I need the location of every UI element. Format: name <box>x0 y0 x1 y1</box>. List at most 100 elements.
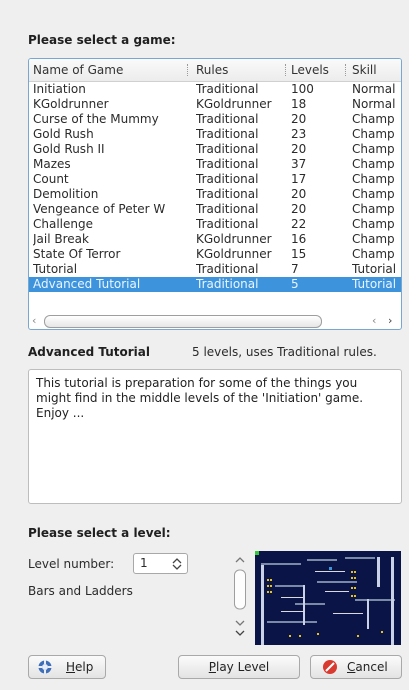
game-name-cell: Initiation <box>33 82 86 96</box>
selected-game-summary: 5 levels, uses Traditional rules. <box>192 345 377 359</box>
scroll-down-icon <box>235 630 245 636</box>
column-separator[interactable] <box>345 64 347 76</box>
game-name-cell: Demolition <box>33 187 99 201</box>
game-row[interactable]: Vengeance of Peter W Traditional 20 Champ <box>29 202 401 217</box>
game-rules-cell: Traditional <box>196 277 259 291</box>
game-rules-cell: Traditional <box>196 127 259 141</box>
game-name-cell: Curse of the Mummy <box>33 112 159 126</box>
help-button[interactable]: Help <box>28 655 106 679</box>
game-skill-cell: Champ <box>352 112 395 126</box>
game-row[interactable]: Advanced Tutorial Traditional 5 Tutorial <box>29 277 401 292</box>
game-skill-cell: Champ <box>352 202 395 216</box>
game-skill-cell: Champ <box>352 172 395 186</box>
scroll-down-small-icon <box>235 620 245 626</box>
play-level-button-label: Play Level <box>208 660 270 674</box>
selected-game-title: Advanced Tutorial <box>28 345 150 359</box>
game-levels-cell: 18 <box>291 97 307 111</box>
game-name-cell: KGoldrunner <box>33 97 109 111</box>
level-number-label: Level number: <box>28 557 115 571</box>
game-levels-cell: 20 <box>291 142 307 156</box>
game-row[interactable]: Gold Rush II Traditional 20 Champ <box>29 142 401 157</box>
preview-scrollbar-graphic[interactable] <box>231 554 249 646</box>
game-row[interactable]: Count Traditional 17 Champ <box>29 172 401 187</box>
game-rules-cell: Traditional <box>196 172 259 186</box>
game-name-cell: Mazes <box>33 157 71 171</box>
spin-arrows-icon[interactable] <box>172 558 182 570</box>
game-levels-cell: 23 <box>291 127 307 141</box>
game-skill-cell: Champ <box>352 187 395 201</box>
column-header-skill[interactable]: Skill <box>352 63 377 77</box>
game-row[interactable]: Curse of the Mummy Traditional 20 Champ <box>29 112 401 127</box>
game-row[interactable]: Gold Rush Traditional 23 Champ <box>29 127 401 142</box>
game-name-cell: Gold Rush II <box>33 142 105 156</box>
game-rows: Initiation Traditional 100 Normal KGoldrunne… <box>29 82 401 292</box>
cancel-button-label: Cancel <box>347 660 388 674</box>
scrollbar-thumb[interactable] <box>44 315 322 328</box>
scroll-left-icon[interactable]: ‹ <box>32 314 36 327</box>
game-rules-cell: Traditional <box>196 217 259 231</box>
column-header-levels[interactable]: Levels <box>291 63 329 77</box>
game-levels-cell: 5 <box>291 277 299 291</box>
scroll-right-icon[interactable]: › <box>388 314 392 327</box>
game-row[interactable]: Jail Break KGoldrunner 16 Champ <box>29 232 401 247</box>
game-levels-cell: 16 <box>291 232 307 246</box>
scroll-up-icon <box>235 557 245 563</box>
game-description[interactable]: This tutorial is preparation for some of… <box>28 369 402 504</box>
scroll-left-small-icon[interactable]: ‹ <box>372 314 376 327</box>
game-row[interactable]: KGoldrunner KGoldrunner 18 Normal <box>29 97 401 112</box>
level-number-spinbox[interactable]: 1 <box>133 553 188 574</box>
game-row[interactable]: State Of Terror KGoldrunner 15 Champ <box>29 247 401 262</box>
game-name-cell: Gold Rush <box>33 127 94 141</box>
game-levels-cell: 20 <box>291 202 307 216</box>
column-separator[interactable] <box>187 64 189 76</box>
game-name-cell: Vengeance of Peter W <box>33 202 166 216</box>
help-button-label: Help <box>66 660 94 674</box>
game-row[interactable]: Mazes Traditional 37 Champ <box>29 157 401 172</box>
game-row[interactable]: Challenge Traditional 22 Champ <box>29 217 401 232</box>
scrollbar-thumb <box>234 569 246 610</box>
game-name-cell: State Of Terror <box>33 247 121 261</box>
preview-scrollbar[interactable] <box>231 554 249 646</box>
game-levels-cell: 100 <box>291 82 314 96</box>
game-skill-cell: Champ <box>352 127 395 141</box>
game-levels-cell: 20 <box>291 112 307 126</box>
game-name-cell: Count <box>33 172 69 186</box>
game-skill-cell: Champ <box>352 247 395 261</box>
play-level-button[interactable]: Play Level <box>178 655 300 679</box>
game-rules-cell: Traditional <box>196 202 259 216</box>
game-rules-cell: Traditional <box>196 262 259 276</box>
game-rules-cell: KGoldrunner <box>196 247 272 261</box>
game-rules-cell: Traditional <box>196 82 259 96</box>
level-section-heading: Please select a level: <box>28 526 171 540</box>
game-rules-cell: Traditional <box>196 142 259 156</box>
game-levels-cell: 15 <box>291 247 307 261</box>
game-levels-cell: 7 <box>291 262 299 276</box>
column-separator[interactable] <box>285 64 287 76</box>
game-rules-cell: Traditional <box>196 187 259 201</box>
game-list[interactable]: Name of Game Rules Levels Skill Initiati… <box>28 58 402 330</box>
cancel-button[interactable]: Cancel <box>310 655 402 679</box>
game-row[interactable]: Initiation Traditional 100 Normal <box>29 82 401 97</box>
game-name-cell: Jail Break <box>33 232 89 246</box>
game-skill-cell: Tutorial <box>352 262 397 276</box>
game-name-cell: Tutorial <box>33 262 78 276</box>
game-row[interactable]: Demolition Traditional 20 Champ <box>29 187 401 202</box>
game-skill-cell: Champ <box>352 142 395 156</box>
game-skill-cell: Normal <box>352 82 396 96</box>
horizontal-scrollbar[interactable]: ‹ ‹ › <box>30 313 400 329</box>
game-levels-cell: 37 <box>291 157 307 171</box>
game-levels-cell: 17 <box>291 172 307 186</box>
column-header-rules[interactable]: Rules <box>196 63 228 77</box>
game-rules-cell: KGoldrunner <box>196 97 272 111</box>
game-rules-cell: Traditional <box>196 112 259 126</box>
game-section-heading: Please select a game: <box>28 33 176 47</box>
level-number-value[interactable]: 1 <box>140 556 148 570</box>
column-header-name[interactable]: Name of Game <box>33 63 123 77</box>
list-header: Name of Game Rules Levels Skill <box>29 59 401 82</box>
game-skill-cell: Normal <box>352 97 396 111</box>
game-skill-cell: Tutorial <box>352 277 397 291</box>
level-preview <box>255 551 401 645</box>
game-rules-cell: KGoldrunner <box>196 232 272 246</box>
game-skill-cell: Champ <box>352 217 395 231</box>
game-row[interactable]: Tutorial Traditional 7 Tutorial <box>29 262 401 277</box>
